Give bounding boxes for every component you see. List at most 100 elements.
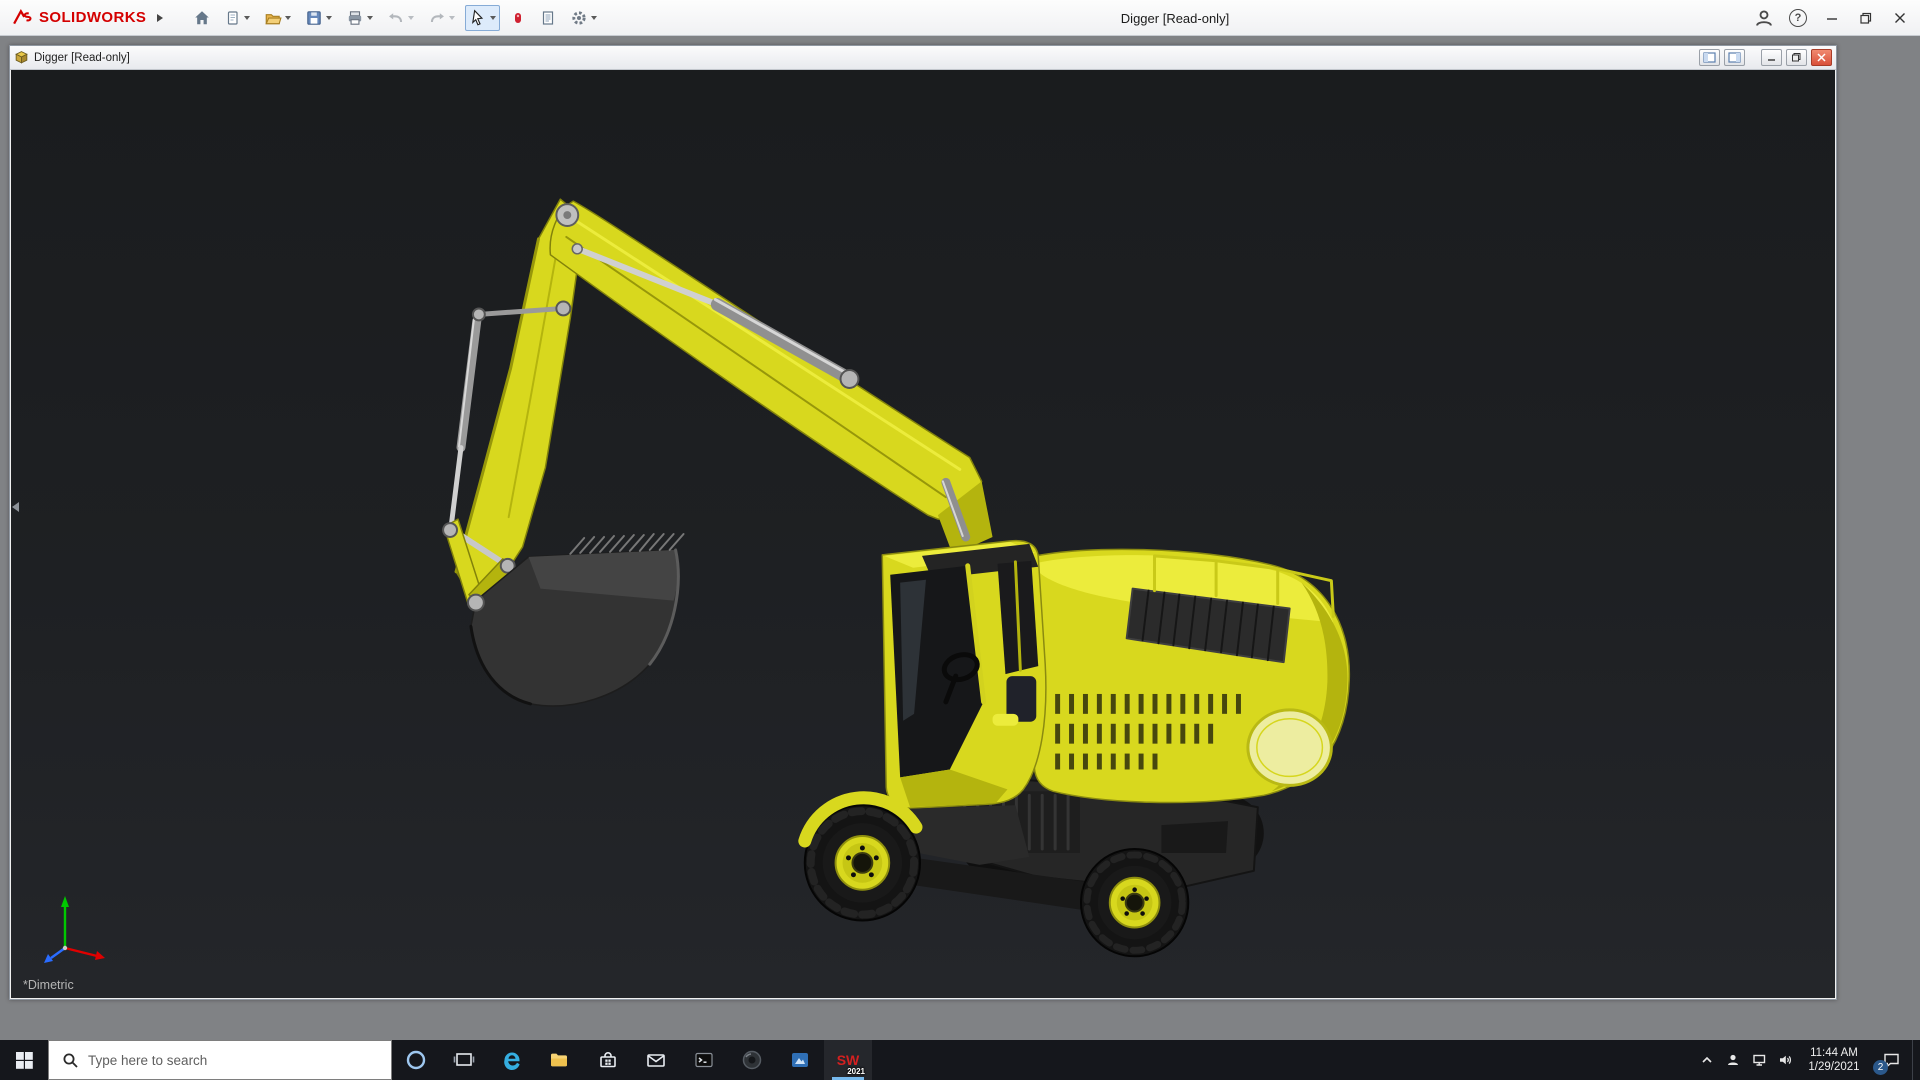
wheel-front-left <box>798 791 923 922</box>
tray-volume-button[interactable] <box>1772 1040 1798 1080</box>
dropdown-caret[interactable] <box>367 15 374 20</box>
dropdown-caret[interactable] <box>449 15 456 20</box>
redo-button[interactable] <box>424 5 459 31</box>
microsoft-store-button[interactable] <box>584 1040 632 1080</box>
clock-date: 1/29/2021 <box>1808 1061 1860 1073</box>
help-button[interactable]: ? <box>1784 4 1812 32</box>
part-document-icon <box>15 51 28 64</box>
minimize-button[interactable] <box>1818 4 1846 32</box>
gear-icon <box>572 10 586 25</box>
search-icon <box>63 1053 78 1068</box>
task-view-button[interactable] <box>440 1040 488 1080</box>
action-center-button[interactable]: 2 <box>1870 1040 1912 1080</box>
cab <box>881 539 1047 809</box>
mail-icon <box>647 1054 665 1067</box>
close-button[interactable] <box>1886 4 1914 32</box>
clock[interactable]: 11:44 AM 1/29/2021 <box>1798 1040 1870 1080</box>
home-button[interactable] <box>189 5 215 31</box>
file-explorer-button[interactable] <box>536 1040 584 1080</box>
redo-icon <box>431 12 445 22</box>
dropdown-caret[interactable] <box>244 15 251 20</box>
tray-user-button[interactable] <box>1720 1040 1746 1080</box>
dropdown-caret[interactable] <box>408 15 415 20</box>
home-icon <box>195 10 210 24</box>
pane-right-icon <box>1728 52 1741 63</box>
file-properties-button[interactable] <box>536 5 560 31</box>
app-caption-controls: ? <box>1750 0 1914 36</box>
dark-circle-app-icon <box>742 1050 762 1070</box>
options-button[interactable] <box>566 5 601 31</box>
document-titlebar[interactable]: Digger [Read-only] <box>10 46 1836 70</box>
orientation-triad-icon <box>44 896 105 963</box>
document-close-button[interactable] <box>1811 49 1832 66</box>
xpress-products-icon <box>515 12 522 23</box>
restore-icon <box>1792 53 1801 62</box>
windows-taskbar: SW 2021 <box>0 1040 1920 1080</box>
minimize-icon <box>1827 18 1837 20</box>
solidworks-app: SOLIDWORKS Digger [Read-only] ? Digger [… <box>0 0 1920 1080</box>
cortana-button[interactable] <box>392 1040 440 1080</box>
save-button[interactable] <box>301 5 336 31</box>
store-bag-icon <box>600 1052 616 1068</box>
terminal-icon <box>695 1052 713 1068</box>
dropdown-caret[interactable] <box>490 15 497 20</box>
folder-icon <box>551 1053 567 1067</box>
dropdown-caret[interactable] <box>591 15 598 20</box>
solidworks-icon-text: SW <box>836 1052 860 1068</box>
open-button[interactable] <box>260 5 295 31</box>
document-restore-button[interactable] <box>1786 49 1807 66</box>
graphics-viewport[interactable]: *Dimetric <box>11 70 1835 998</box>
menu-expand-arrow-icon[interactable] <box>157 13 164 22</box>
mail-button[interactable] <box>632 1040 680 1080</box>
help-glyph: ? <box>1794 12 1802 24</box>
volume-icon <box>1779 1055 1791 1065</box>
dropdown-caret[interactable] <box>326 15 333 20</box>
tray-overflow-button[interactable] <box>1694 1040 1720 1080</box>
user-icon <box>1756 10 1772 26</box>
dassault-logo-icon <box>13 8 32 24</box>
xpress-products-button[interactable] <box>506 5 530 31</box>
help-icon: ? <box>1789 9 1807 27</box>
rear-panel <box>1246 708 1333 787</box>
restore-button[interactable] <box>1852 4 1880 32</box>
file-properties-icon <box>543 10 554 25</box>
clock-time: 11:44 AM <box>1810 1047 1858 1059</box>
dropdown-caret[interactable] <box>285 15 292 20</box>
taskbar-search[interactable] <box>48 1040 392 1080</box>
document-title: Digger [Read-only] <box>34 51 130 64</box>
task-view-icon <box>453 1053 475 1066</box>
wheel-front-right <box>1079 847 1190 958</box>
search-input[interactable] <box>88 1052 391 1068</box>
undo-button[interactable] <box>383 5 418 31</box>
command-prompt-button[interactable] <box>680 1040 728 1080</box>
chevron-up-icon <box>1702 1056 1712 1063</box>
display-pane-right-button[interactable] <box>1724 49 1745 66</box>
boom <box>549 200 993 555</box>
solidworks-app-icon: SW 2021 <box>834 1046 865 1076</box>
boom-stick-joint <box>555 203 580 227</box>
app-blue-tile-button[interactable] <box>776 1040 824 1080</box>
blue-app-icon <box>792 1053 808 1067</box>
windows-logo-icon <box>15 1051 33 1069</box>
app-dark-circle-button[interactable] <box>728 1040 776 1080</box>
display-pane-left-button[interactable] <box>1699 49 1720 66</box>
print-button[interactable] <box>342 5 377 31</box>
excavator-model <box>442 198 1350 958</box>
cortana-icon <box>406 1050 426 1070</box>
new-document-icon <box>228 10 238 25</box>
new-document-button[interactable] <box>221 5 254 31</box>
select-button[interactable] <box>465 4 501 31</box>
feature-tree-collapse-arrow-icon[interactable] <box>12 502 19 512</box>
user-account-button[interactable] <box>1750 4 1778 32</box>
tray-network-button[interactable] <box>1746 1040 1772 1080</box>
document-minimize-button[interactable] <box>1761 49 1782 66</box>
edge-browser-button[interactable] <box>488 1040 536 1080</box>
solidworks-logo: SOLIDWORKS <box>0 8 164 27</box>
document-window-controls <box>1699 49 1832 66</box>
restore-icon <box>1860 12 1872 24</box>
solidworks-taskbar-button[interactable]: SW 2021 <box>824 1040 872 1080</box>
start-button[interactable] <box>0 1040 48 1080</box>
app-titlebar: SOLIDWORKS Digger [Read-only] ? <box>0 0 1920 36</box>
save-icon <box>307 10 322 25</box>
show-desktop-button[interactable] <box>1912 1040 1920 1080</box>
